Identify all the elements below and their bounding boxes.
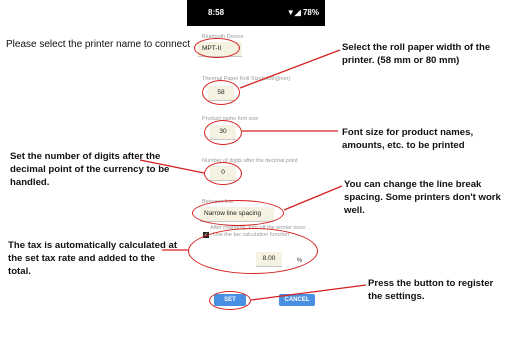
connector-line-spacing [283, 185, 343, 211]
connector-decimal-digits [139, 159, 205, 174]
connector-paper-width [239, 49, 341, 89]
annotation-connectors [139, 49, 367, 301]
connector-register [250, 284, 367, 301]
